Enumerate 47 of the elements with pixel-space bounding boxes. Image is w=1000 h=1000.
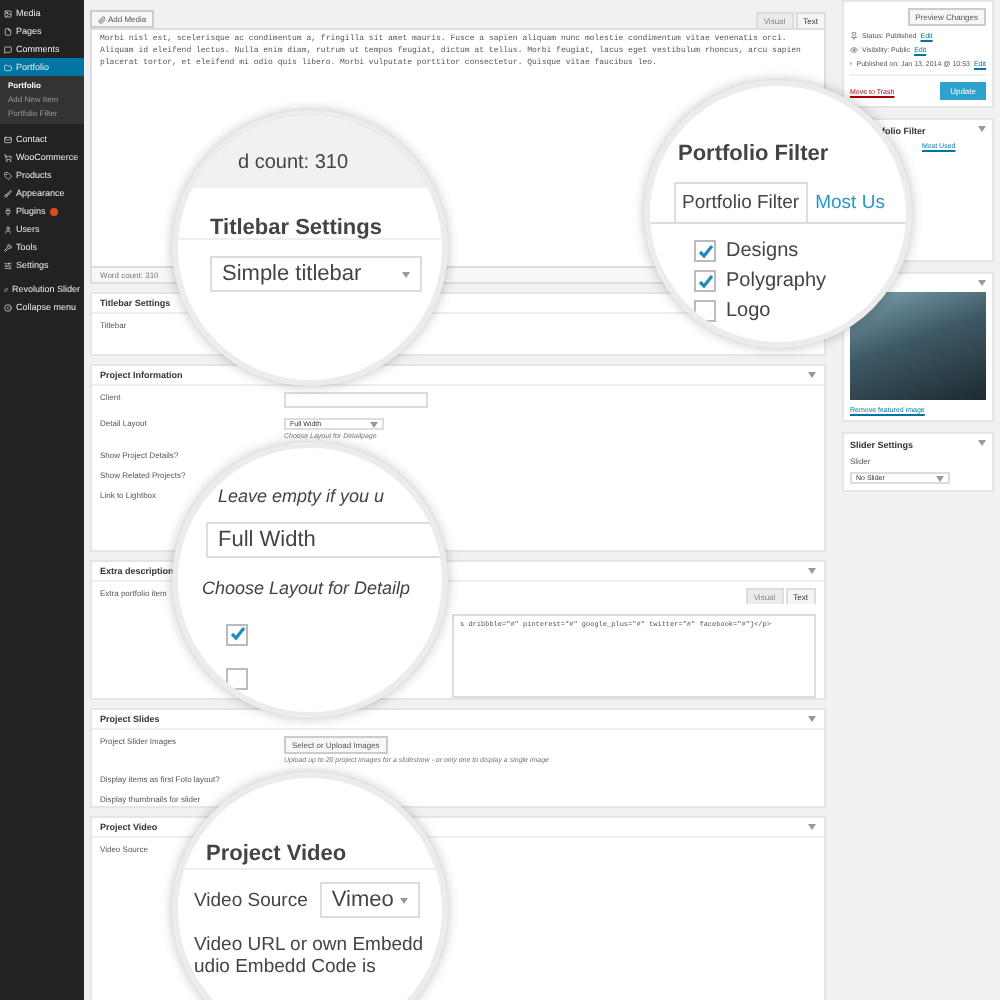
checkbox-label: Logo bbox=[726, 300, 771, 322]
page-icon bbox=[4, 27, 12, 35]
titlebar-select[interactable]: Simple titlebar bbox=[210, 256, 422, 292]
checkbox[interactable] bbox=[694, 240, 716, 262]
filter-tab[interactable]: Portfolio Filter bbox=[674, 182, 808, 222]
caret-icon[interactable] bbox=[399, 897, 408, 903]
eye-icon bbox=[850, 46, 858, 54]
checkbox[interactable] bbox=[226, 623, 248, 645]
caret-icon[interactable] bbox=[808, 716, 816, 722]
layout-select[interactable]: Full Width bbox=[206, 522, 442, 558]
caret-icon[interactable] bbox=[808, 372, 816, 378]
wrench-icon bbox=[4, 243, 12, 251]
field-hint: Choose Layout for Detailp bbox=[202, 578, 411, 598]
collapse-icon bbox=[4, 303, 12, 311]
cart-icon bbox=[4, 153, 12, 161]
brush-icon bbox=[4, 189, 12, 197]
photo-placeholder bbox=[850, 292, 986, 400]
speech-bubble-icon bbox=[4, 45, 12, 53]
checkbox[interactable] bbox=[694, 270, 716, 292]
caret-icon[interactable] bbox=[808, 824, 816, 830]
field-label: Video Source bbox=[194, 889, 308, 911]
client-field[interactable] bbox=[284, 392, 428, 408]
word-count: d count: 310 bbox=[238, 152, 349, 174]
caret-icon[interactable] bbox=[978, 440, 986, 446]
person-icon bbox=[4, 225, 12, 233]
field-label: Video URL or own Embedd bbox=[194, 934, 426, 956]
sliders-icon bbox=[4, 261, 12, 269]
box-title: Portfolio Filter bbox=[678, 142, 829, 166]
plug-icon bbox=[4, 207, 12, 215]
caret-icon[interactable] bbox=[936, 475, 944, 481]
caret-icon[interactable] bbox=[978, 126, 986, 132]
caret-icon[interactable] bbox=[808, 568, 816, 574]
pin-icon bbox=[850, 32, 858, 40]
image-icon bbox=[4, 9, 12, 17]
folder-icon bbox=[4, 63, 12, 71]
checkbox-label: Designs bbox=[726, 240, 799, 262]
checkbox[interactable] bbox=[226, 668, 248, 690]
field-label: udio Embedd Code is bbox=[194, 956, 378, 978]
caret-icon[interactable] bbox=[978, 280, 986, 286]
panel-title: Project Video bbox=[206, 842, 347, 866]
envelope-icon bbox=[4, 135, 12, 143]
tag-icon bbox=[4, 171, 12, 179]
video-source-select[interactable]: Vimeo bbox=[319, 882, 420, 918]
field-hint: Leave empty if you u bbox=[218, 486, 385, 506]
caret-icon[interactable] bbox=[370, 421, 378, 427]
panel-title: Titlebar Settings bbox=[210, 216, 382, 240]
checkbox[interactable] bbox=[694, 300, 716, 322]
